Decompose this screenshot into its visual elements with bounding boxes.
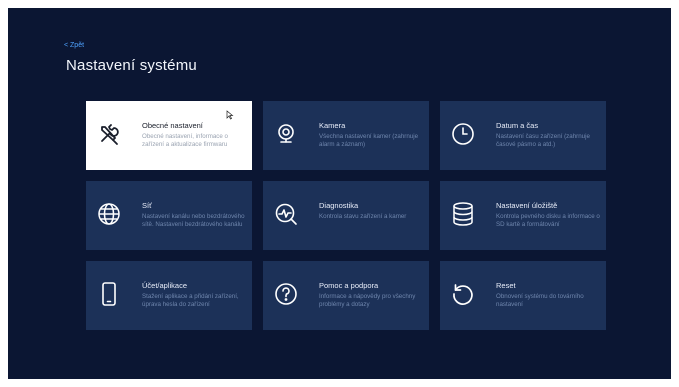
settings-screen: < Zpět Nastavení systému Obecné nastaven… bbox=[8, 8, 671, 379]
database-icon bbox=[450, 201, 476, 227]
tile-title: Datum a čas bbox=[496, 121, 539, 130]
diagnostics-icon bbox=[273, 201, 299, 227]
clock-icon bbox=[450, 121, 476, 147]
tile-description: Informace a nápovědy pro všechny problém… bbox=[319, 293, 416, 308]
tile-title: Reset bbox=[496, 281, 516, 290]
tile-title: Pomoc a podpora bbox=[319, 281, 379, 290]
tile-reset[interactable]: Reset Obnovení systému do továrního nast… bbox=[440, 261, 606, 330]
reset-icon bbox=[450, 281, 476, 307]
tile-title: Síť bbox=[142, 201, 152, 210]
help-icon bbox=[273, 281, 299, 307]
tile-title: Obecné nastavení bbox=[142, 121, 203, 130]
globe-icon bbox=[96, 201, 122, 227]
tile-title: Diagnostika bbox=[319, 201, 359, 210]
camera-icon bbox=[273, 121, 299, 147]
tile-account-app[interactable]: Účet/aplikace Stažení aplikace a přidání… bbox=[86, 261, 252, 330]
tile-storage-settings[interactable]: Nastavení úložiště Kontrola pevného disk… bbox=[440, 181, 606, 250]
page-title: Nastavení systému bbox=[66, 57, 197, 74]
back-link[interactable]: < Zpět bbox=[64, 42, 84, 49]
mouse-cursor-icon bbox=[226, 107, 234, 120]
tile-title: Účet/aplikace bbox=[142, 281, 188, 290]
tile-general-settings[interactable]: Obecné nastavení Obecné nastavení, infor… bbox=[86, 101, 252, 170]
tile-help-support[interactable]: Pomoc a podpora Informace a nápovědy pro… bbox=[263, 261, 429, 330]
tile-description: Kontrola stavu zařízení a kamer bbox=[319, 213, 407, 220]
tile-description: Kontrola pevného disku a informace o SD … bbox=[496, 213, 600, 228]
tile-network[interactable]: Síť Nastavení kanálu nebo bezdrátového s… bbox=[86, 181, 252, 250]
tile-description: Všechna nastavení kamer (zahrnuje alarm … bbox=[319, 133, 419, 148]
tools-icon bbox=[96, 121, 122, 147]
tile-date-time[interactable]: Datum a čas Nastavení času zařízení (zah… bbox=[440, 101, 606, 170]
tile-diagnostics[interactable]: Diagnostika Kontrola stavu zařízení a ka… bbox=[263, 181, 429, 250]
tile-description: Obecné nastavení, informace o zařízení a… bbox=[142, 133, 228, 148]
tile-camera[interactable]: Kamera Všechna nastavení kamer (zahrnuje… bbox=[263, 101, 429, 170]
phone-icon bbox=[96, 281, 122, 307]
settings-grid: Obecné nastavení Obecné nastavení, infor… bbox=[86, 101, 606, 330]
tile-description: Nastavení kanálu nebo bezdrátového sítě.… bbox=[142, 213, 245, 228]
tile-description: Stažení aplikace a přidání zařízení, úpr… bbox=[142, 293, 239, 308]
tile-description: Nastavení času zařízení (zahrnuje časové… bbox=[496, 133, 590, 148]
tile-description: Obnovení systému do továrního nastavení bbox=[496, 293, 584, 308]
tile-title: Kamera bbox=[319, 121, 346, 130]
tile-title: Nastavení úložiště bbox=[496, 201, 558, 210]
